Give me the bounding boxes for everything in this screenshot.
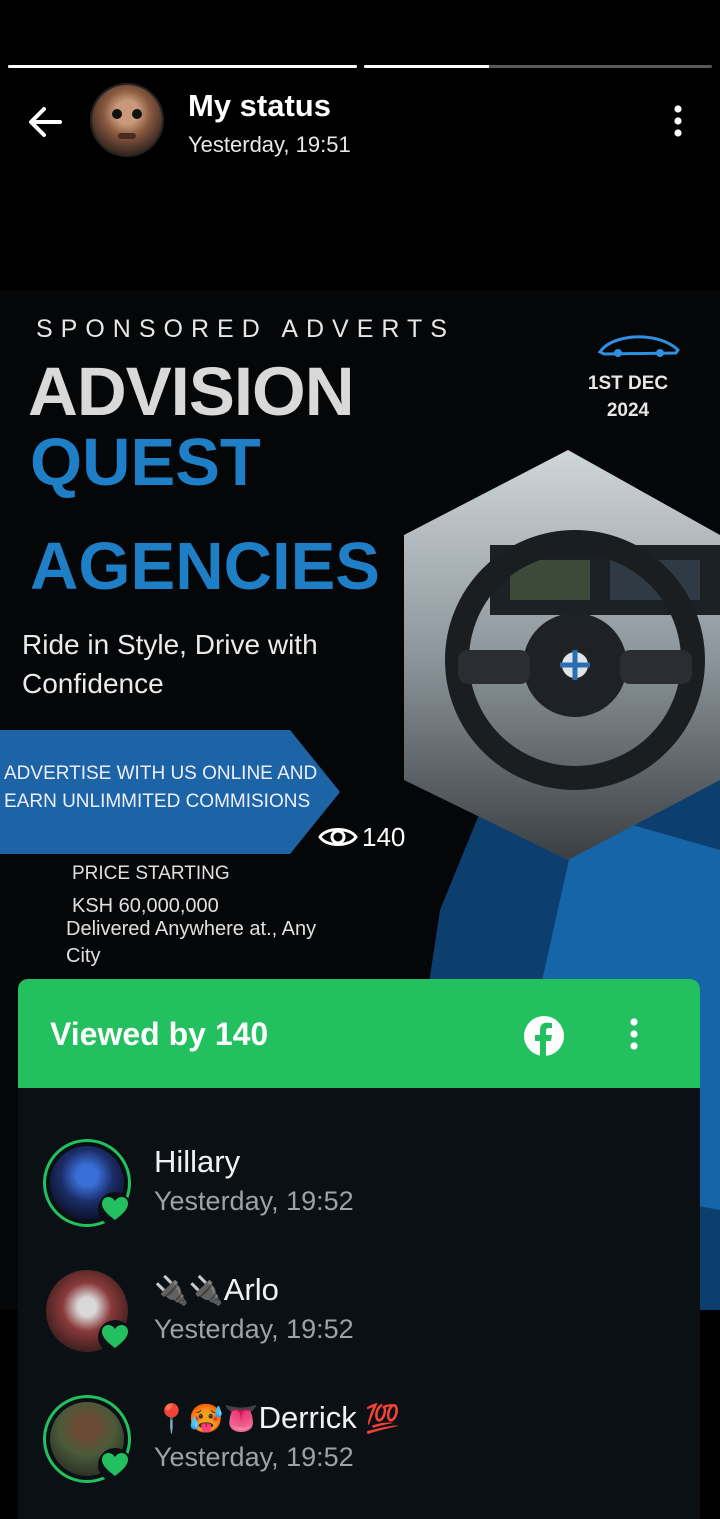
facebook-icon — [524, 1016, 564, 1056]
steering-wheel-photo — [404, 450, 720, 860]
status-timestamp: Yesterday, 19:51 — [188, 132, 351, 157]
car-logo-icon — [598, 335, 680, 357]
viewer-row[interactable]: Hillary Yesterday, 19:52 — [18, 1124, 700, 1244]
headline-line-1: ADVISION — [28, 353, 355, 430]
viewers-title: Viewed by 140 — [50, 1016, 269, 1052]
status-progress — [8, 65, 712, 69]
viewers-sheet: Viewed by 140 Hillary Yesterday, 19:52 🔌… — [18, 979, 700, 1519]
viewers-sheet-header: Viewed by 140 — [18, 979, 700, 1088]
page-title: My status — [188, 88, 331, 123]
more-options-button[interactable] — [666, 104, 690, 140]
viewer-name: Hillary — [154, 1144, 241, 1179]
status-header: My status Yesterday, 19:51 — [0, 80, 720, 164]
banner-text: ADVERTISE WITH US ONLINE AND EARN UNLIMM… — [4, 763, 318, 812]
viewer-name: 📍🥵👅Derrick 💯 — [154, 1400, 401, 1435]
viewer-row[interactable]: 🔌🔌Arlo Yesterday, 19:52 — [18, 1252, 700, 1372]
headline-line-2: QUEST — [30, 425, 261, 500]
event-date: 1ST DEC 2024 — [587, 373, 669, 421]
progress-segment-1 — [8, 65, 357, 68]
viewer-time: Yesterday, 19:52 — [154, 1314, 354, 1344]
more-vertical-icon — [674, 105, 682, 137]
back-button[interactable] — [22, 102, 68, 142]
sponsored-label: SPONSORED ADVERTS — [36, 315, 455, 343]
heart-icon — [98, 1448, 132, 1482]
share-facebook-button[interactable] — [523, 1015, 565, 1057]
delivery-text: Delivered Anywhere at., Any City — [66, 918, 317, 967]
views-indicator[interactable]: 140 — [318, 818, 405, 856]
heart-icon — [98, 1192, 132, 1226]
viewers-more-button[interactable] — [622, 1017, 646, 1053]
viewer-time: Yesterday, 19:52 — [154, 1442, 354, 1472]
viewer-row[interactable]: 📍🥵👅Derrick 💯 Yesterday, 19:52 — [18, 1380, 700, 1500]
heart-icon — [98, 1320, 132, 1354]
progress-segment-2 — [363, 65, 712, 68]
more-vertical-icon — [630, 1018, 638, 1050]
back-arrow-icon — [29, 107, 62, 137]
price-label: PRICE STARTING — [72, 863, 230, 884]
views-count: 140 — [362, 821, 406, 852]
viewer-name: 🔌🔌Arlo — [154, 1272, 279, 1307]
tagline: Ride in Style, Drive with Confidence — [22, 629, 318, 699]
price-value: KSH 60,000,000 — [72, 895, 219, 917]
viewer-time: Yesterday, 19:52 — [154, 1186, 354, 1216]
headline-line-3: AGENCIES — [30, 529, 380, 604]
eye-icon — [318, 828, 358, 846]
avatar[interactable] — [90, 83, 164, 157]
